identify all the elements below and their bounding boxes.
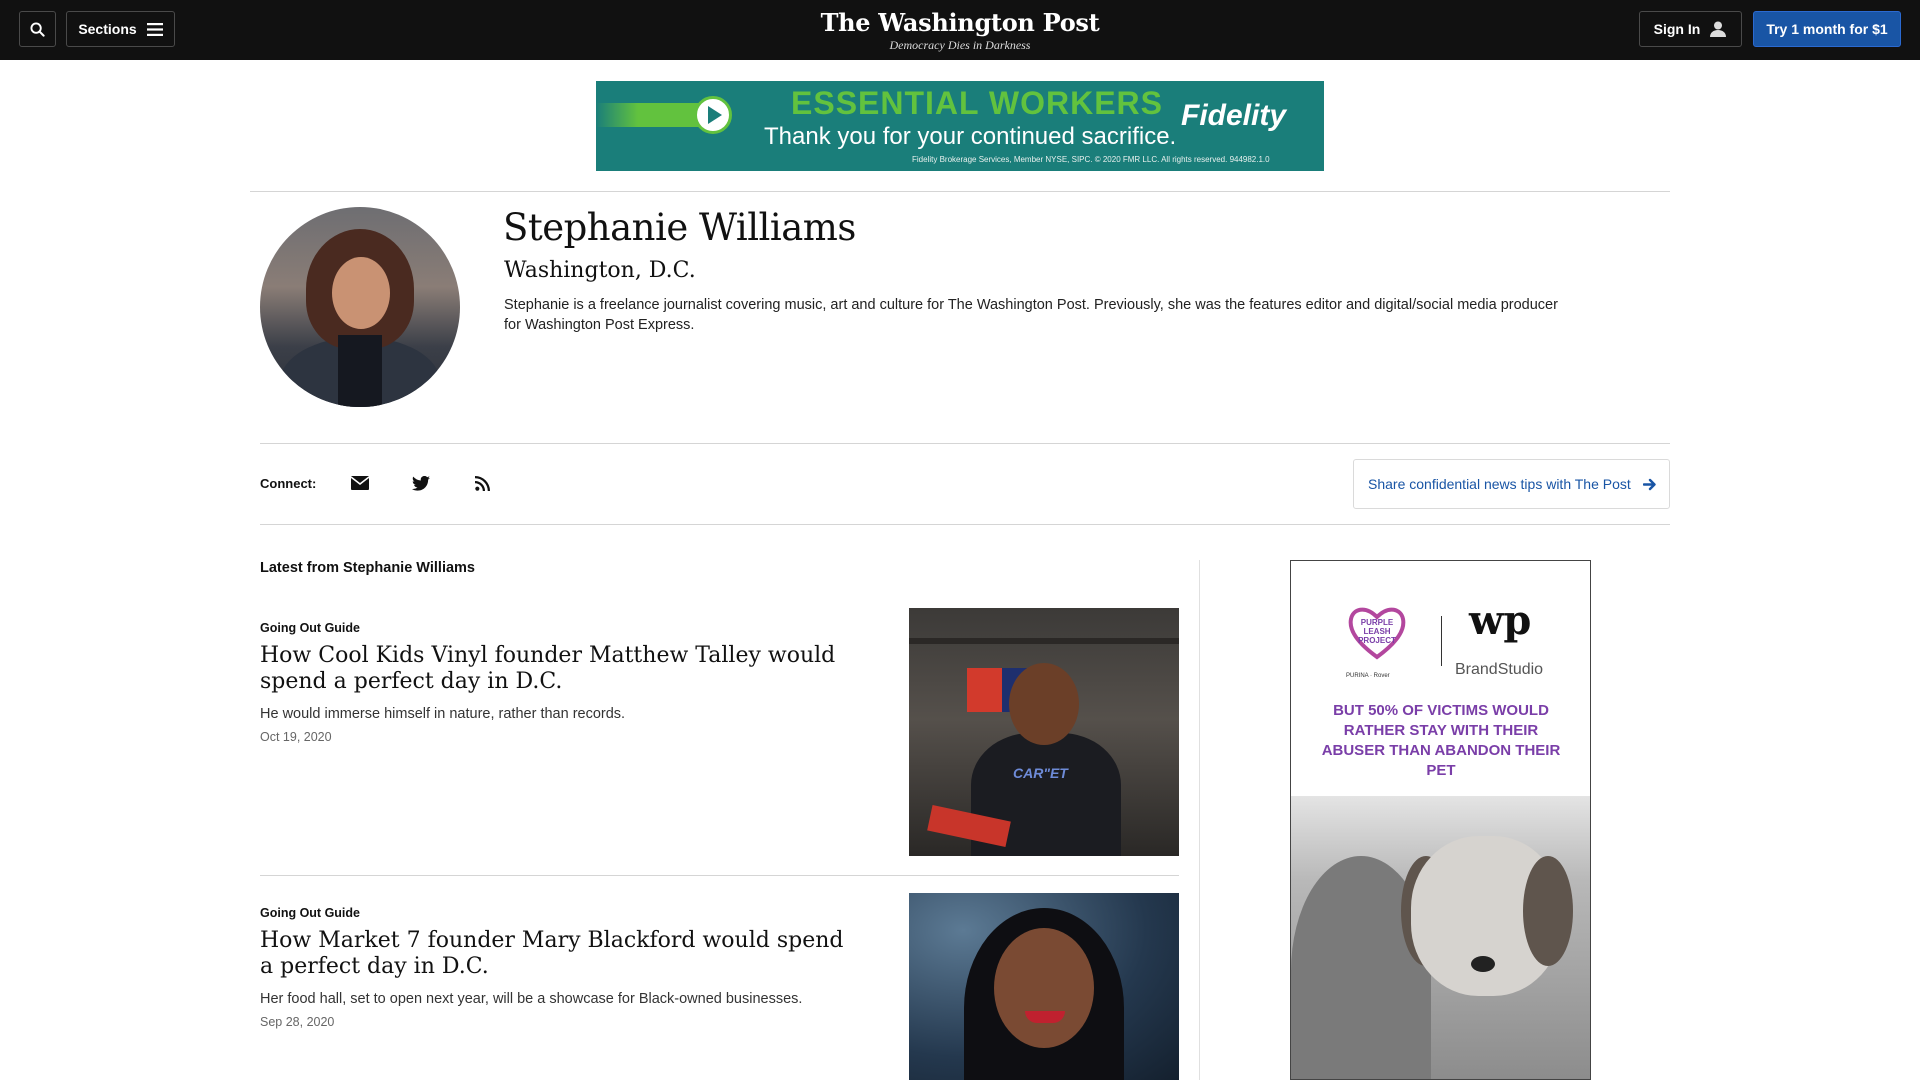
arrow-right-icon [1642, 478, 1656, 490]
rss-feed-icon [474, 475, 490, 491]
site-logo[interactable]: The Washington Post [760, 8, 1160, 38]
author-bio: Stephanie is a freelance journalist cove… [504, 297, 1558, 333]
search-button[interactable] [19, 11, 56, 47]
ad-photo [1291, 796, 1590, 1079]
column-divider [1199, 560, 1200, 1080]
ad-brand-logo: Fidelity [1181, 99, 1287, 132]
story-date: Sep 28, 2020 [260, 1015, 335, 1029]
author-location: Washington, D.C. [504, 258, 696, 283]
news-tips-button[interactable]: Share confidential news tips with The Po… [1353, 459, 1670, 509]
ad-headline: ESSENTIAL WORKERS [791, 85, 1163, 121]
twitter-bird-icon [412, 475, 430, 491]
divider [250, 191, 1670, 192]
ad-arrow-bar [596, 103, 701, 127]
wp-logo: wp [1469, 597, 1532, 644]
masthead[interactable]: The Washington Post Democracy Dies in Da… [760, 8, 1160, 52]
ad-partners: PURINA · Rover [1346, 673, 1390, 679]
search-icon [30, 21, 45, 37]
story-headline[interactable]: How Market 7 founder Mary Blackford woul… [260, 928, 860, 980]
purple-leash-logo: PURPLE LEASH PROJECT [1358, 618, 1396, 645]
story-blurb: Her food hall, set to open next year, wi… [260, 991, 803, 1007]
story-headline[interactable]: How Cool Kids Vinyl founder Matthew Tall… [260, 643, 860, 695]
story-thumbnail[interactable]: CAR"ET [909, 608, 1179, 856]
author-name: Stephanie Williams [503, 206, 856, 249]
brand-studio-label: BrandStudio [1455, 661, 1544, 678]
story-divider [260, 875, 1179, 876]
ad-message: BUT 50% OF VICTIMS WOULD RATHER STAY WIT… [1321, 702, 1561, 779]
envelope-icon [351, 476, 369, 490]
divider [260, 443, 1670, 444]
logo-separator [1441, 616, 1442, 666]
ad-subline: Thank you for your continued sacrifice. [764, 123, 1177, 150]
connect-label: Connect: [260, 476, 317, 491]
divider [260, 524, 1670, 525]
email-link[interactable] [349, 472, 371, 494]
news-tips-label: Share confidential news tips with The Po… [1368, 476, 1631, 492]
twitter-link[interactable] [410, 472, 432, 494]
latest-section-title: Latest from Stephanie Williams [260, 560, 476, 576]
sign-in-button[interactable]: Sign In [1639, 11, 1742, 47]
story-thumbnail[interactable] [909, 893, 1179, 1080]
sections-label: Sections [78, 21, 137, 37]
top-banner-ad[interactable]: ESSENTIAL WORKERS Thank you for your con… [596, 81, 1324, 171]
top-navigation-bar: Sections The Washington Post Democracy D… [0, 0, 1920, 60]
play-arrow-icon [694, 96, 732, 134]
user-icon [1710, 21, 1727, 37]
story-blurb: He would immerse himself in nature, rath… [260, 706, 626, 722]
shirt-logo-text: CAR"ET [1013, 765, 1068, 781]
sidebar-ad[interactable]: PURPLE LEASH PROJECT PURINA · Rover wp B… [1290, 560, 1591, 1080]
story-date: Oct 19, 2020 [260, 730, 332, 744]
sections-menu-button[interactable]: Sections [66, 11, 175, 47]
story-kicker[interactable]: Going Out Guide [260, 906, 360, 920]
rss-link[interactable] [471, 472, 493, 494]
ad-fine-print: Fidelity Brokerage Services, Member NYSE… [912, 155, 1270, 164]
story-kicker[interactable]: Going Out Guide [260, 621, 360, 635]
sign-in-label: Sign In [1653, 21, 1701, 37]
site-tagline: Democracy Dies in Darkness [889, 38, 1031, 52]
subscribe-trial-button[interactable]: Try 1 month for $1 [1753, 11, 1901, 47]
hamburger-icon [146, 22, 163, 36]
author-avatar [260, 207, 460, 407]
